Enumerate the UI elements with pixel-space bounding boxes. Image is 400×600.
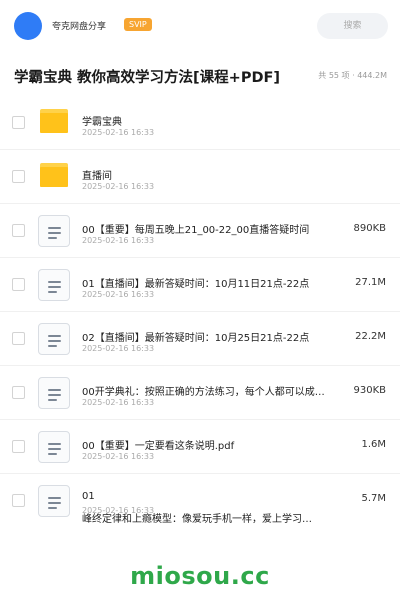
list-item[interactable]: 直播间 2025-02-16 16:33 — [0, 150, 400, 204]
item-name: 学霸宝典 — [82, 117, 122, 128]
document-icon — [38, 269, 70, 301]
list-item[interactable]: 01【直播间】最新答疑时间：10月11日21点-22点 2025-02-16 1… — [0, 258, 400, 312]
item-date: 2025-02-16 16:33 — [82, 452, 155, 461]
folder-meta: 共 55 项 · 444.2M — [318, 71, 387, 80]
folder-icon — [40, 109, 68, 133]
item-name: 02【直播间】最新答疑时间：10月25日21点-22点 — [82, 333, 310, 344]
item-size: 890KB — [353, 223, 386, 234]
item-date: 2025-02-16 16:33 — [82, 182, 155, 191]
avatar[interactable] — [14, 12, 42, 40]
item-name: 00开学典礼：按照正确的方法练习，每个人都可以成为学霸 — [82, 387, 332, 398]
svip-badge: SVIP — [124, 18, 152, 31]
item-size: 930KB — [353, 385, 386, 396]
item-size: 1.6M — [361, 439, 386, 450]
document-icon — [38, 377, 70, 409]
item-date: 2025-02-16 16:33 — [82, 128, 155, 137]
item-checkbox[interactable] — [12, 170, 25, 183]
item-date: 2025-02-16 16:33 — [82, 344, 155, 353]
file-list: 学霸宝典 2025-02-16 16:33 直播间 2025-02-16 16:… — [0, 96, 400, 528]
item-date: 2025-02-16 16:33 — [82, 398, 155, 407]
folder-header: 学霸宝典 教你高效学习方法[课程+PDF] 共 55 项 · 444.2M — [0, 62, 400, 90]
username: 夸克网盘分享 — [52, 22, 107, 32]
item-name: 01 — [82, 491, 95, 502]
item-name: 直播间 — [82, 171, 112, 182]
item-checkbox[interactable] — [12, 332, 25, 345]
list-item[interactable]: 学霸宝典 2025-02-16 16:33 — [0, 96, 400, 150]
item-checkbox[interactable] — [12, 116, 25, 129]
folder-icon — [40, 163, 68, 187]
item-size: 5.7M — [361, 493, 386, 504]
document-icon — [38, 215, 70, 247]
item-date: 2025-02-16 16:33 — [82, 236, 155, 245]
overlapping-item-name: 峰终定律和上瘾模型：像爱玩手机一样，爱上学习… — [82, 514, 312, 525]
item-checkbox[interactable] — [12, 386, 25, 399]
item-name: 00【重要】每周五晚上21_00-22_00直播答疑时间 — [82, 225, 310, 236]
list-item[interactable]: 02【直播间】最新答疑时间：10月25日21点-22点 2025-02-16 1… — [0, 312, 400, 366]
item-name: 01【直播间】最新答疑时间：10月11日21点-22点 — [82, 279, 310, 290]
item-checkbox[interactable] — [12, 224, 25, 237]
item-checkbox[interactable] — [12, 494, 25, 507]
item-size: 27.1M — [355, 277, 386, 288]
item-date: 2025-02-16 16:33 — [82, 290, 155, 299]
document-icon — [38, 485, 70, 517]
list-item[interactable]: 00【重要】一定要看这条说明.pdf 2025-02-16 16:33 1.6M — [0, 420, 400, 474]
list-item[interactable]: 00开学典礼：按照正确的方法练习，每个人都可以成为学霸 2025-02-16 1… — [0, 366, 400, 420]
item-size: 22.2M — [355, 331, 386, 342]
item-checkbox[interactable] — [12, 440, 25, 453]
document-icon — [38, 323, 70, 355]
document-icon — [38, 431, 70, 463]
item-checkbox[interactable] — [12, 278, 25, 291]
search-input[interactable]: 搜索 — [317, 13, 388, 39]
list-item[interactable]: 00【重要】每周五晚上21_00-22_00直播答疑时间 2025-02-16 … — [0, 204, 400, 258]
item-name: 00【重要】一定要看这条说明.pdf — [82, 441, 235, 452]
header-bar: 夸克网盘分享 SVIP 搜索 — [0, 0, 400, 52]
page-title: 学霸宝典 教你高效学习方法[课程+PDF] — [14, 70, 281, 86]
watermark: miosou.cc — [130, 562, 270, 590]
